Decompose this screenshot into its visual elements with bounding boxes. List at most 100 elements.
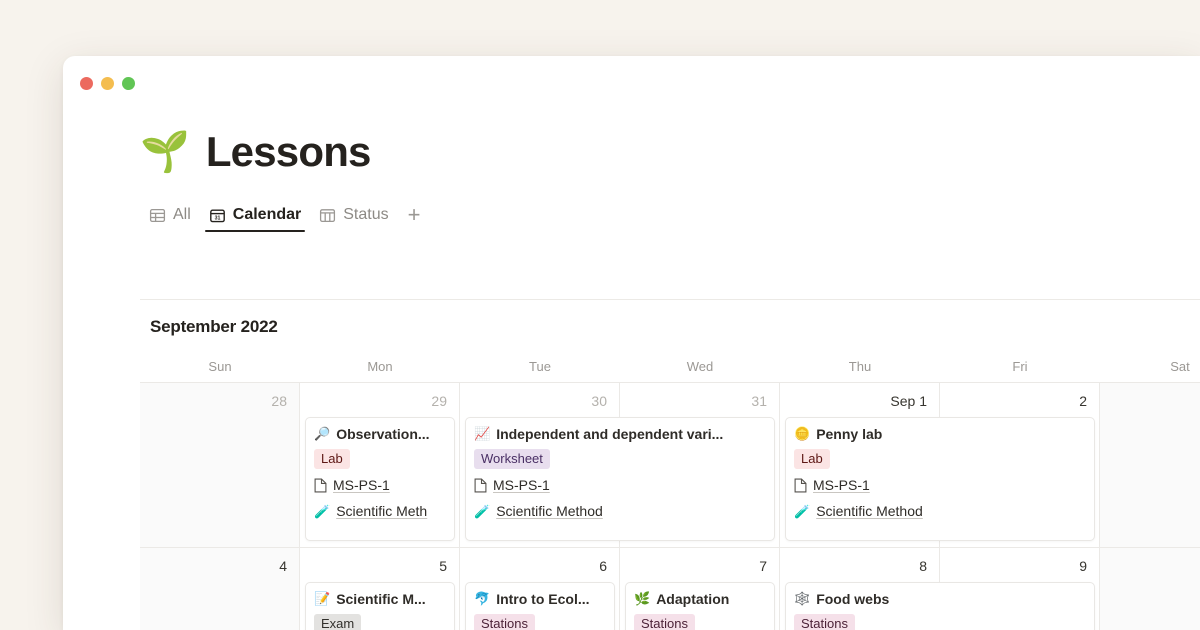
calendar-event-card[interactable]: 🌿AdaptationStationsMS-LS-4 [625,582,775,630]
event-relation-row: MS-PS-1 [794,476,1086,495]
event-relation[interactable]: MS-PS-1 [474,476,550,495]
calendar-view: September 2022 Sun Mon Tue Wed Thu Fri S… [140,300,1200,630]
event-relation[interactable]: 🧪 Scientific Method [474,502,603,521]
calendar-week-row: 456789📝Scientific M...ExamMS-PS-1M🐬Intro… [140,548,1200,630]
dolphin-emoji: 🐬 [474,590,490,608]
event-title: Independent and dependent vari... [496,425,723,443]
event-title: Adaptation [656,590,729,608]
app-window: 🌱 Lessons All [63,56,1200,630]
tab-calendar[interactable]: 31 Calendar [200,202,310,232]
add-view-button[interactable]: + [398,202,431,232]
calendar-event-card[interactable]: 🕸️Food websStationsMS-LS-4 [785,582,1095,630]
event-relation[interactable]: 🧪 Scientific Meth [314,502,427,521]
event-relation-label: Scientific Method [816,502,923,521]
event-relation-row: MS-PS-1 [314,476,446,495]
event-tag: Worksheet [474,449,550,469]
svg-text:31: 31 [214,215,220,221]
event-relation-label: Scientific Meth [336,502,427,521]
herb-emoji: 🌿 [634,590,650,608]
day-number: Sep 1 [890,393,927,409]
tab-status[interactable]: Status [310,202,397,232]
day-number: 28 [271,393,287,409]
day-number: 8 [919,558,927,574]
calendar-day-cell[interactable]: 4 [140,548,300,630]
event-title-row: 🌿 Adaptation [634,590,766,608]
maximize-window-button[interactable] [122,77,135,90]
event-title-row: 🔎Observation... [314,425,446,443]
test-tube-emoji: 🧪 [794,502,810,521]
event-relation[interactable]: 🧪 Scientific Method [794,502,923,521]
weekday-tue: Tue [460,353,620,382]
weekday-sat: Sat [1100,353,1200,382]
calendar-day-cell[interactable] [1100,383,1200,547]
spider-web-emoji: 🕸️ [794,590,810,608]
event-relation-label: MS-PS-1 [493,476,550,495]
calendar-event-card[interactable]: 📈 Independent and dependent vari... Worksh… [465,417,775,541]
day-number: 6 [599,558,607,574]
calendar-event-card[interactable]: 🪙Penny lab Lab MS-PS-1 🧪 Scientific Method [785,417,1095,541]
event-relation-row: 🧪 Scientific Method [474,502,766,521]
event-tag: Exam [314,614,361,630]
event-relation-row: 🧪 Scientific Method [794,502,1086,521]
day-number: 30 [591,393,607,409]
event-title-row: 🪙Penny lab [794,425,1086,443]
event-tag: Stations [474,614,535,630]
event-title: Intro to Ecol... [496,590,589,608]
weekday-thu: Thu [780,353,940,382]
page-header: 🌱 Lessons All [63,108,1200,232]
close-window-button[interactable] [80,77,93,90]
test-tube-emoji: 🧪 [474,502,490,521]
day-number: 7 [759,558,767,574]
day-number: 4 [279,558,287,574]
tab-all[interactable]: All [140,202,200,232]
calendar-week-row: 28293031Sep 12🔎Observation...LabMS-PS-1🧪… [140,383,1200,548]
page-title: Lessons [206,128,371,176]
event-relation-label: MS-PS-1 [333,476,390,495]
traffic-light-buttons [80,77,135,90]
weekday-mon: Mon [300,353,460,382]
event-tag: Lab [794,449,830,469]
event-title-row: 📈 Independent and dependent vari... [474,425,766,443]
day-number: 9 [1079,558,1087,574]
event-tag: Stations [794,614,855,630]
event-relation[interactable]: MS-PS-1 [794,476,870,495]
day-number: 29 [431,393,447,409]
weekday-wed: Wed [620,353,780,382]
calendar-event-card[interactable]: 🔎Observation... Lab MS-PS-1🧪 Scientific Met… [305,417,455,541]
calendar-event-card[interactable]: 🐬Intro to Ecol...Stations🦭Ecology [465,582,615,630]
weekday-fri: Fri [940,353,1100,382]
calendar-event-card[interactable]: 📝Scientific M...ExamMS-PS-1M [305,582,455,630]
tab-all-label: All [173,206,191,224]
event-title: Penny lab [816,425,882,443]
event-tag: Lab [314,449,350,469]
tab-status-label: Status [343,206,388,224]
weekday-sun: Sun [140,353,300,382]
board-icon [319,207,336,224]
seedling-emoji: 🌱 [140,132,190,172]
event-title-row: 🐬 Intro to Ecol... [474,590,606,608]
event-relation-row: MS-PS-1 [474,476,766,495]
event-relation[interactable]: MS-PS-1 [314,476,390,495]
chart-increasing-emoji: 📈 [474,425,490,443]
calendar-day-cell[interactable]: 28 [140,383,300,547]
day-number: 31 [751,393,767,409]
calendar-day-cell[interactable] [1100,548,1200,630]
month-label: September 2022 [140,300,1200,337]
event-title: Observation... [336,425,429,443]
event-title-row: 🕸️ Food webs [794,590,1086,608]
page-title-row: 🌱 Lessons [140,128,1200,176]
day-number: 2 [1079,393,1087,409]
event-title: Food webs [816,590,889,608]
event-relation-row: 🧪 Scientific Meth [314,502,446,521]
event-title-row: 📝Scientific M... [314,590,446,608]
event-relation-label: Scientific Method [496,502,603,521]
event-title: Scientific M... [336,590,425,608]
test-tube-emoji: 🧪 [314,502,330,521]
weekday-header-row: Sun Mon Tue Wed Thu Fri Sat [140,353,1200,383]
screenshot-canvas: 🌱 Lessons All [0,0,1200,630]
calendar-weeks: 28293031Sep 12🔎Observation...LabMS-PS-1🧪… [140,383,1200,630]
window-titlebar [63,56,1200,108]
event-tag: Stations [634,614,695,630]
view-tabs: All 31 Calendar [140,202,1200,232]
minimize-window-button[interactable] [101,77,114,90]
